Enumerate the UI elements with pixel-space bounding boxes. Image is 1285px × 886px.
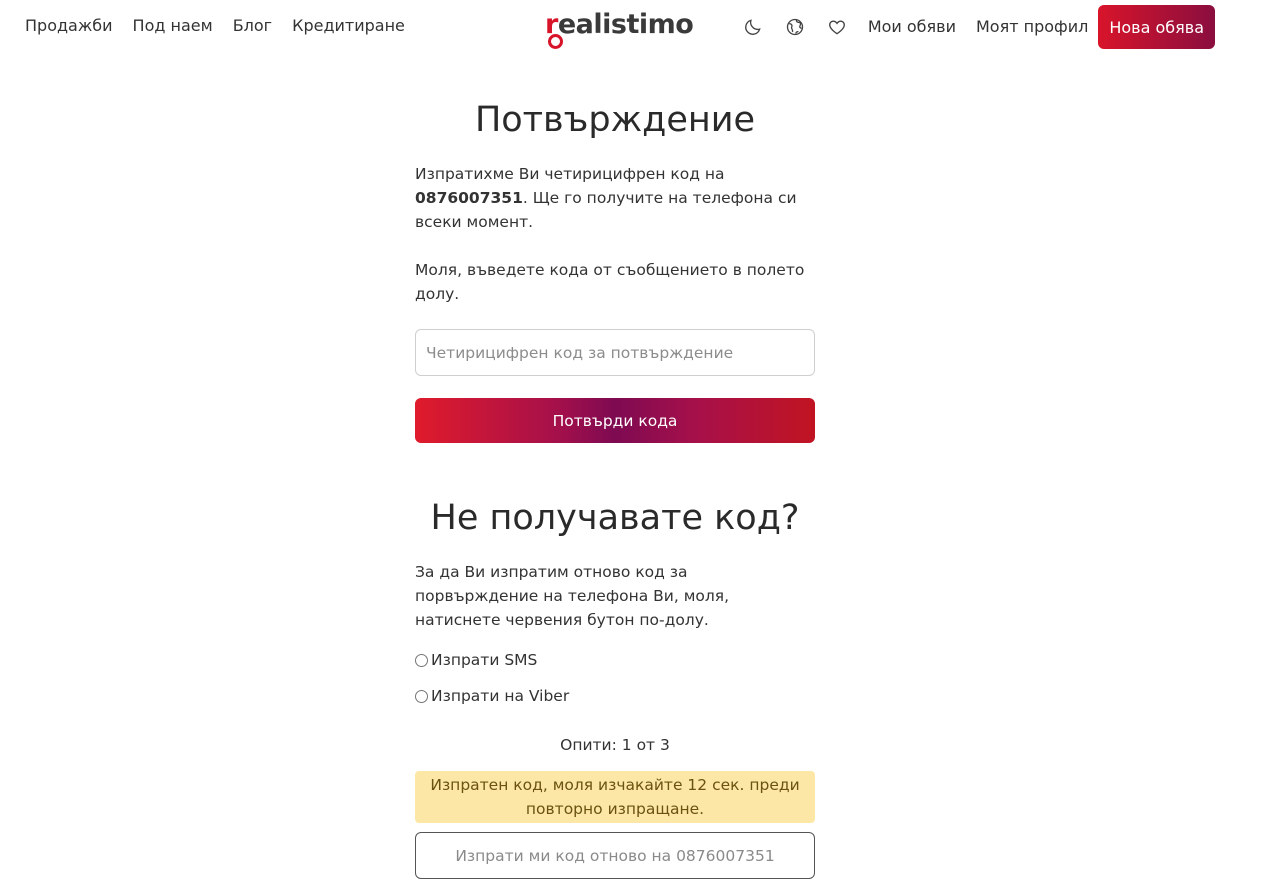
option-viber[interactable]: Изпрати на Viber xyxy=(415,684,815,708)
confirm-instruction: Моля, въведете кода от съобщението в пол… xyxy=(415,261,805,303)
heart-icon[interactable] xyxy=(826,16,848,38)
main-nav: Продажби Под наем Блог Кредитиране xyxy=(25,15,425,37)
logo[interactable]: r ealistimo xyxy=(545,9,694,50)
phone-number: 0876007351 xyxy=(415,189,523,207)
code-input[interactable] xyxy=(415,329,815,376)
confirm-code-button[interactable]: Потвърди кода xyxy=(415,398,815,443)
viber-radio[interactable] xyxy=(415,689,428,703)
new-ad-button[interactable]: Нова обява xyxy=(1098,5,1215,49)
confirm-title: Потвърждение xyxy=(474,100,756,140)
wait-alert: Изпратен код, моля изчакайте 12 сек. пре… xyxy=(415,771,815,823)
resend-code-button[interactable]: Изпрати ми код отново на 0876007351 xyxy=(415,832,815,879)
user-nav: Мои обяви Моят профил Нова обява xyxy=(722,5,1215,49)
confirm-intro: Изпратихме Ви четирицифрен код на 087600… xyxy=(415,162,815,234)
my-ads-link[interactable]: Мои обяви xyxy=(868,16,956,38)
attempts-counter: Опити: 1 от 3 xyxy=(560,736,670,754)
moon-icon[interactable] xyxy=(742,16,764,38)
sms-label: Изпрати SMS xyxy=(431,651,538,669)
nav-link-credit[interactable]: Кредитиране xyxy=(292,15,405,37)
nav-link-blog[interactable]: Блог xyxy=(233,15,272,37)
logo-first-letter: r xyxy=(545,10,563,49)
intro-before: Изпратихме Ви четирицифрен код на xyxy=(415,165,725,183)
nav-link-rent[interactable]: Под наем xyxy=(133,15,213,37)
globe-icon[interactable] xyxy=(784,16,806,38)
verification-panel: Потвърждение Изпратихме Ви четирицифрен … xyxy=(415,95,815,879)
resend-title: Не получавате код? xyxy=(430,498,800,538)
resend-text: За да Ви изпратим отново код за порвържд… xyxy=(415,563,730,629)
viber-label: Изпрати на Viber xyxy=(431,687,570,705)
nav-link-sales[interactable]: Продажби xyxy=(25,15,113,37)
sms-radio[interactable] xyxy=(415,653,428,667)
logo-text: ealistimo xyxy=(557,9,694,40)
option-sms[interactable]: Изпрати SMS xyxy=(415,648,815,672)
logo-dot-icon xyxy=(548,34,563,49)
my-profile-link[interactable]: Моят профил xyxy=(976,16,1088,38)
